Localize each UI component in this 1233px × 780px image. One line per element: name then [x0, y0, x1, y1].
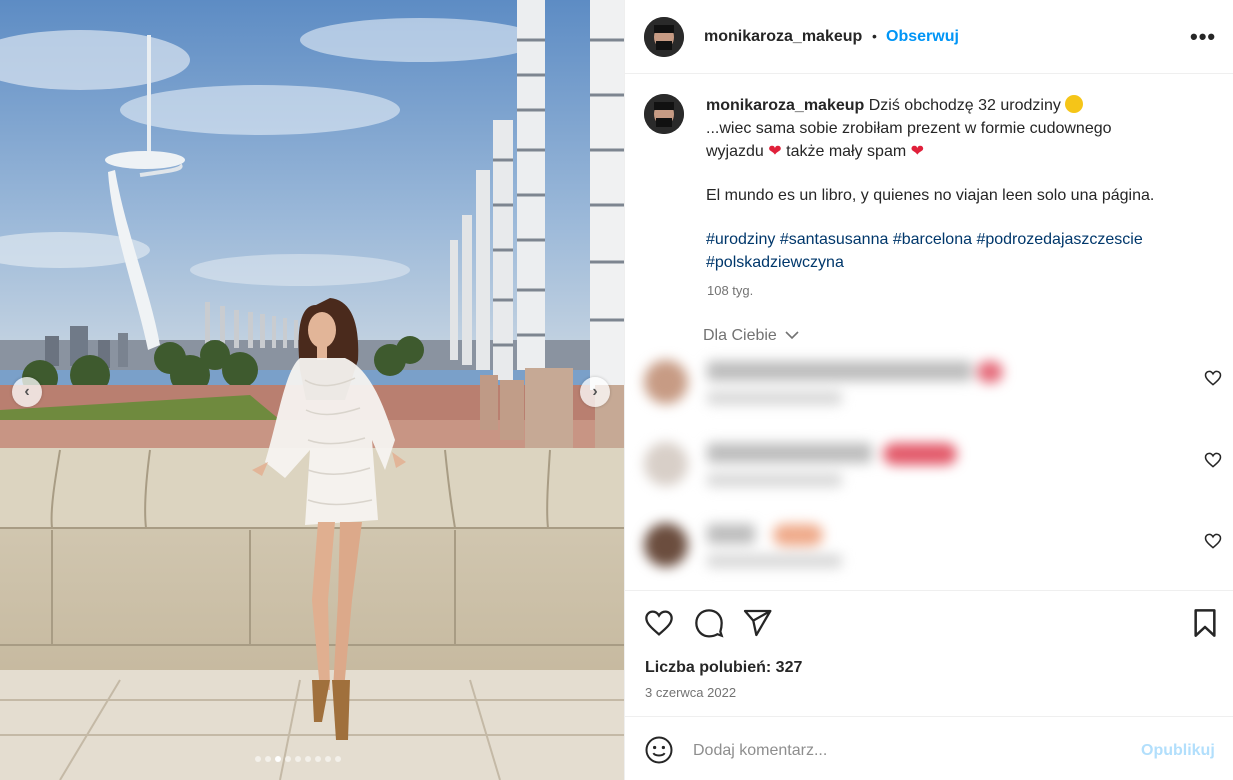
chevron-down-icon — [785, 331, 799, 340]
for-you-label: Dla Ciebie — [703, 327, 777, 344]
carousel-dot — [315, 756, 321, 762]
comment-emoji-blurred — [773, 524, 823, 546]
heart-icon[interactable] — [1203, 531, 1223, 551]
hashtag-link[interactable]: #santasusanna — [780, 231, 889, 248]
heart-icon[interactable] — [1203, 450, 1223, 470]
more-horizontal-icon[interactable]: ••• — [1190, 24, 1216, 50]
carousel-dot — [265, 756, 271, 762]
party-face-emoji-icon — [1065, 95, 1084, 113]
caption-line-2: ...wiec sama sobie zrobiłam prezent w fo… — [706, 120, 1112, 137]
post-header: monikaroza_makeup • Obserwuj ••• — [625, 0, 1233, 74]
photo-scene — [0, 0, 624, 780]
comment-avatar — [644, 442, 688, 486]
carousel-prev-button[interactable]: ‹ — [12, 377, 42, 407]
add-comment-input[interactable] — [693, 739, 1113, 763]
hashtag-link[interactable]: #polskadziewczyna — [706, 254, 844, 271]
post-actions: Liczba polubień: 327 3 czerwca 2022 — [625, 590, 1233, 715]
avatar[interactable] — [644, 17, 684, 57]
caption-username[interactable]: monikaroza_makeup — [706, 97, 864, 114]
comment-item — [625, 437, 1233, 507]
comment-meta-blurred — [707, 554, 842, 568]
caption-line-4: także mały spam — [786, 143, 907, 160]
comment-meta-blurred — [707, 391, 842, 405]
hashtag-link[interactable]: #podrozedajaszczescie — [976, 231, 1142, 248]
caption-timestamp[interactable]: 108 tyg. — [707, 283, 753, 298]
avatar-image — [644, 94, 684, 134]
comment-text-blurred — [707, 524, 755, 544]
caption-avatar[interactable] — [644, 94, 684, 134]
carousel-dot — [275, 756, 281, 762]
comment-item — [625, 518, 1233, 588]
carousel-dot — [305, 756, 311, 762]
add-comment-bar: Opublikuj — [625, 716, 1233, 780]
heart-icon[interactable] — [1203, 368, 1223, 388]
avatar-image — [644, 17, 684, 57]
like-heart-icon[interactable] — [643, 607, 675, 639]
publish-button[interactable]: Opublikuj — [1141, 742, 1215, 760]
share-paper-plane-icon[interactable] — [741, 607, 773, 639]
comment-item — [625, 355, 1233, 425]
comment-text-blurred — [707, 361, 972, 381]
hashtag-link[interactable]: #urodziny — [706, 231, 775, 248]
emoji-smiley-icon[interactable] — [644, 735, 674, 765]
bookmark-icon[interactable] — [1189, 607, 1221, 639]
caption-line-1: Dziś obchodzę 32 urodziny — [868, 97, 1061, 114]
carousel-dot — [335, 756, 341, 762]
carousel-dot — [295, 756, 301, 762]
likes-count[interactable]: Liczba polubień: 327 — [645, 659, 802, 677]
for-you-dropdown[interactable]: Dla Ciebie — [703, 327, 799, 345]
comment-emoji-blurred — [883, 443, 957, 465]
separator-dot: • — [872, 28, 877, 44]
comment-avatar — [644, 360, 688, 404]
caption-line-3: wyjazdu — [706, 143, 764, 160]
post-side-panel: monikaroza_makeup • Obserwuj ••• monikar… — [624, 0, 1233, 780]
carousel-dot — [325, 756, 331, 762]
red-heart-emoji-icon: ❤ — [768, 143, 782, 160]
carousel-dot — [255, 756, 261, 762]
caption-line-5: El mundo es un libro, y quienes no viaja… — [706, 187, 1155, 204]
red-heart-emoji-icon: ❤ — [910, 143, 925, 160]
follow-button[interactable]: Obserwuj — [886, 28, 959, 46]
comment-emoji-blurred — [977, 361, 1003, 383]
post-username[interactable]: monikaroza_makeup — [704, 28, 862, 46]
carousel-next-button[interactable]: › — [580, 377, 610, 407]
post-photo[interactable]: ‹ › — [0, 0, 624, 780]
comment-avatar — [644, 523, 688, 567]
comment-text-blurred — [707, 443, 872, 463]
carousel-dot — [285, 756, 291, 762]
carousel-dots — [255, 756, 341, 762]
hashtag-link[interactable]: #barcelona — [893, 231, 972, 248]
post-caption: monikaroza_makeup Dziś obchodzę 32 urodz… — [706, 94, 1206, 274]
post-date: 3 czerwca 2022 — [645, 685, 737, 700]
comment-bubble-icon[interactable] — [693, 607, 725, 639]
comment-meta-blurred — [707, 473, 842, 487]
